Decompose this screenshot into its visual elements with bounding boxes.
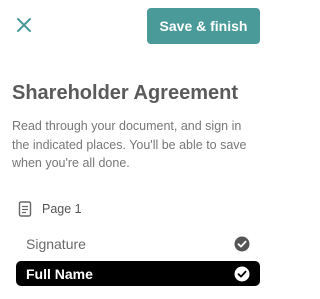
signature-field-item[interactable]: Signature	[16, 231, 260, 256]
close-icon	[13, 14, 35, 36]
document-icon	[18, 201, 32, 217]
close-button[interactable]	[13, 14, 35, 36]
instructions-text: Read through your document, and sign in …	[12, 119, 247, 170]
field-label: Signature	[26, 235, 86, 252]
save-and-finish-button[interactable]: Save & finish	[147, 8, 260, 44]
full-name-field-item[interactable]: Full Name	[16, 261, 260, 286]
check-circle-icon	[234, 236, 250, 252]
document-title: Shareholder Agreement	[12, 82, 238, 104]
check-circle-icon	[234, 266, 250, 282]
field-label: Full Name	[26, 265, 93, 282]
page-label: Page 1	[42, 202, 82, 216]
page-section-header: Page 1	[18, 201, 82, 217]
